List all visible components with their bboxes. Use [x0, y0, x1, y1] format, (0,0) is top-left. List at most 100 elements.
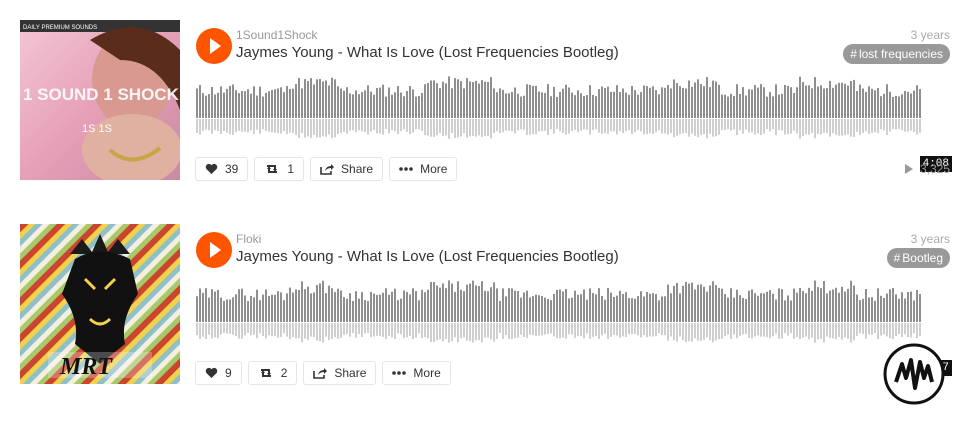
wave-bar-reflection	[886, 119, 888, 136]
wave-bar	[463, 88, 465, 118]
wave-bar-reflection	[286, 119, 288, 135]
track-artwork[interactable]: MRT	[20, 224, 180, 384]
wave-bar-reflection	[874, 119, 876, 133]
wave-bar-reflection	[334, 323, 336, 338]
wave-bar-reflection	[481, 323, 483, 343]
wave-bar	[388, 294, 390, 322]
wave-bar-reflection	[721, 119, 723, 131]
wave-bar-reflection	[211, 323, 213, 339]
wave-bar-reflection	[421, 119, 423, 131]
wave-bar	[868, 297, 870, 322]
wave-bar-reflection	[463, 323, 465, 338]
wave-bar	[910, 291, 912, 322]
wave-bar	[631, 85, 633, 118]
wave-bar	[523, 95, 525, 118]
wave-bar	[394, 288, 396, 322]
wave-bar-reflection	[529, 323, 531, 335]
wave-bar-reflection	[535, 119, 537, 135]
wave-bar	[661, 296, 663, 322]
like-button[interactable]: 39	[195, 157, 249, 181]
wave-bar-reflection	[208, 323, 210, 335]
wave-bar-reflection	[220, 119, 222, 134]
track-artwork[interactable]: DAILY PREMIUM SOUNDS 1 SOUND 1 SHOCK 1S …	[20, 20, 180, 180]
wave-bar-reflection	[208, 119, 210, 131]
wave-bar	[505, 93, 507, 118]
uploader-link[interactable]: Floki	[236, 232, 261, 246]
wave-bar	[256, 289, 258, 322]
wave-bar-reflection	[673, 323, 675, 341]
wave-bar-reflection	[196, 323, 198, 336]
uploader-link[interactable]: 1Sound1Shock	[236, 28, 317, 42]
wave-bar	[664, 87, 666, 118]
wave-bar-reflection	[622, 323, 624, 337]
share-button[interactable]: Share	[303, 361, 377, 385]
wave-bar-reflection	[565, 119, 567, 135]
more-button[interactable]: More	[389, 157, 458, 181]
wave-bar-reflection	[877, 119, 879, 134]
wave-bar-reflection	[268, 323, 270, 336]
waveform[interactable]: 4:07	[196, 280, 952, 376]
wave-bar-reflection	[265, 323, 267, 339]
genre-tag[interactable]: # lost frequencies	[843, 44, 950, 64]
wave-bar-reflection	[691, 323, 693, 342]
wave-bar	[727, 96, 729, 118]
genre-tag[interactable]: # Bootleg	[886, 248, 950, 268]
wave-bar	[604, 88, 606, 118]
wave-bar	[706, 291, 708, 322]
wave-bar-reflection	[652, 323, 654, 337]
wave-bar-reflection	[325, 119, 327, 137]
wave-bar-reflection	[904, 119, 906, 132]
wave-bar	[838, 82, 840, 118]
track-item-1: DAILY PREMIUM SOUNDS 1 SOUND 1 SHOCK 1S …	[20, 20, 952, 182]
wave-bar	[490, 287, 492, 322]
repost-button[interactable]: 1	[254, 157, 305, 181]
wave-bar-reflection	[817, 119, 819, 134]
wave-bar-reflection	[199, 323, 201, 339]
wave-bar-reflection	[712, 323, 714, 343]
wave-bar	[517, 93, 519, 118]
share-button[interactable]: Share	[310, 157, 384, 181]
wave-bar	[805, 85, 807, 118]
wave-bar-reflection	[661, 323, 663, 336]
wave-bar	[574, 290, 576, 322]
wave-bar-reflection	[736, 323, 738, 339]
wave-bar	[286, 85, 288, 118]
wave-bar	[919, 293, 921, 322]
wave-bar	[841, 286, 843, 322]
like-button[interactable]: 9	[195, 361, 242, 385]
track-title-link[interactable]: Jaymes Young - What Is Love (Lost Freque…	[236, 248, 619, 265]
wave-bar	[715, 81, 717, 118]
wave-bar	[250, 93, 252, 118]
wave-bar	[895, 294, 897, 322]
wave-bar-reflection	[742, 119, 744, 134]
wave-bar	[844, 83, 846, 118]
wave-bar	[853, 79, 855, 118]
wave-bar-reflection	[769, 119, 771, 132]
wave-bar-reflection	[700, 323, 702, 341]
wave-bar	[538, 295, 540, 322]
wave-bar-reflection	[448, 119, 450, 139]
wave-bar-reflection	[586, 119, 588, 130]
wave-bar	[385, 288, 387, 322]
track-title-link[interactable]: Jaymes Young - What Is Love (Lost Freque…	[236, 44, 619, 61]
wave-bar-reflection	[466, 119, 468, 138]
wave-bar	[478, 83, 480, 118]
wave-bar-reflection	[781, 323, 783, 339]
wave-bar-reflection	[535, 323, 537, 336]
more-button[interactable]: More	[382, 361, 451, 385]
play-button[interactable]	[196, 232, 232, 268]
wave-bar	[913, 90, 915, 118]
wave-bar-reflection	[574, 323, 576, 338]
wave-bar-reflection	[469, 119, 471, 137]
wave-bar-reflection	[562, 119, 564, 133]
wave-bar-reflection	[619, 119, 621, 132]
wave-bar	[427, 289, 429, 322]
wave-bar-reflection	[586, 323, 588, 334]
wave-bar-reflection	[310, 323, 312, 337]
wave-bar-reflection	[307, 119, 309, 137]
repost-icon	[264, 163, 280, 175]
wave-bar	[802, 291, 804, 322]
waveform[interactable]: 4:08	[196, 76, 952, 172]
play-button[interactable]	[196, 28, 232, 64]
repost-button[interactable]: 2	[247, 361, 298, 385]
